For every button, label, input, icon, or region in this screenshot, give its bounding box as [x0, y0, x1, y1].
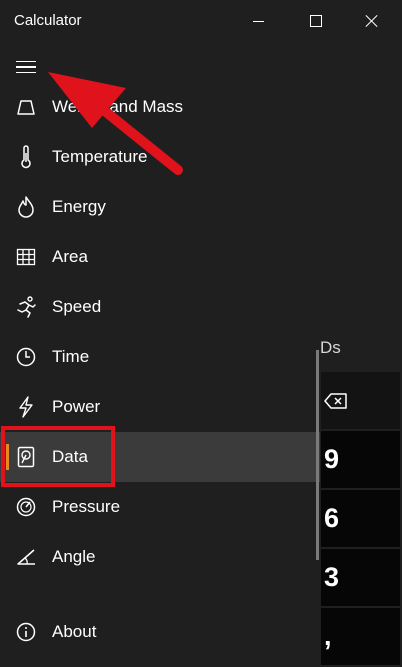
digit-9-button[interactable]: 9	[321, 431, 400, 488]
maximize-button[interactable]	[292, 0, 340, 42]
backspace-icon	[324, 392, 347, 409]
nav-item-power[interactable]: Power	[0, 382, 320, 432]
runner-icon	[0, 296, 52, 318]
annotation-highlight-box	[1, 426, 115, 487]
nav-item-label: Angle	[52, 547, 96, 566]
nav-item-weight-and-mass[interactable]: Weight and Mass	[0, 82, 320, 132]
nav-item-label: Weight and Mass	[52, 97, 184, 116]
nav-item-time[interactable]: Time	[0, 332, 320, 382]
info-icon	[0, 622, 52, 642]
grid-icon	[0, 248, 52, 266]
nav-item-label: Pressure	[52, 497, 121, 516]
navigation-pane: Weight and Mass Temperature Energy Area	[0, 82, 320, 582]
bolt-icon	[0, 396, 52, 418]
maximize-icon	[310, 15, 322, 27]
title-bar: Calculator	[0, 0, 402, 42]
about-label: About	[52, 622, 97, 641]
hamburger-icon	[16, 60, 36, 74]
nav-item-pressure[interactable]: Pressure	[0, 482, 320, 532]
weight-icon	[0, 98, 52, 116]
minimize-button[interactable]	[234, 0, 282, 42]
nav-item-label: Time	[52, 347, 90, 366]
clock-icon	[0, 347, 52, 367]
digit-6-button[interactable]: 6	[321, 490, 400, 547]
nav-item-label: Speed	[52, 297, 102, 316]
nav-item-about[interactable]: About	[0, 607, 320, 657]
backspace-button[interactable]	[321, 372, 400, 429]
nav-item-label: Power	[52, 397, 101, 416]
unit-label: Ds	[320, 338, 341, 357]
nav-scrollbar[interactable]	[316, 350, 319, 560]
digit-3-button[interactable]: 3	[321, 549, 400, 606]
nav-item-label: Temperature	[52, 147, 148, 166]
nav-item-energy[interactable]: Energy	[0, 182, 320, 232]
minimize-icon	[252, 20, 264, 22]
nav-item-temperature[interactable]: Temperature	[0, 132, 320, 182]
decimal-separator-button[interactable]: ,	[321, 608, 400, 665]
calculator-window: Calculator Weight and Mass Temperature E…	[0, 0, 402, 667]
close-button[interactable]	[348, 0, 396, 42]
app-title: Calculator	[14, 12, 82, 29]
nav-item-label: Energy	[52, 197, 106, 216]
nav-item-label: Area	[52, 247, 88, 266]
keypad: 9 6 3 ,	[321, 372, 402, 667]
flame-icon	[0, 196, 52, 218]
nav-item-angle[interactable]: Angle	[0, 532, 320, 582]
thermometer-icon	[0, 145, 52, 169]
angle-icon	[0, 548, 52, 566]
gauge-icon	[0, 497, 52, 517]
nav-item-speed[interactable]: Speed	[0, 282, 320, 332]
close-icon	[365, 14, 379, 28]
nav-item-area[interactable]: Area	[0, 232, 320, 282]
